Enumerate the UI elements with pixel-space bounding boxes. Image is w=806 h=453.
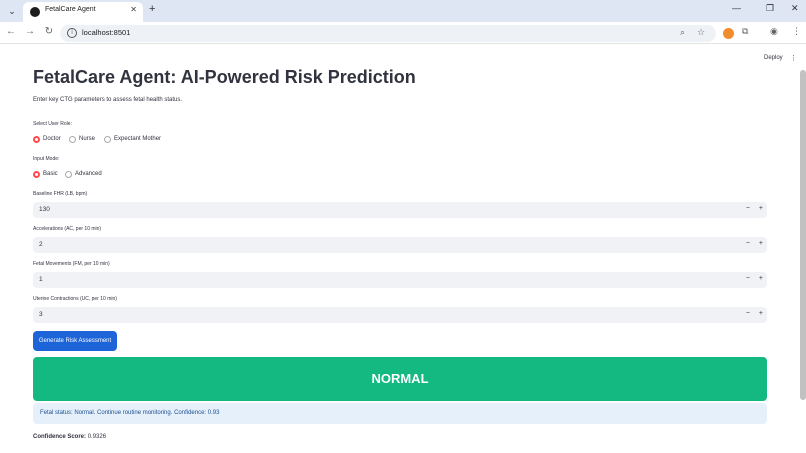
fetal-movements-value: 1 [39,276,43,283]
new-tab-icon[interactable]: + [149,3,155,15]
uterine-contractions-value: 3 [39,311,43,318]
user-role-label: Select User Role: [33,121,72,127]
minimize-icon[interactable]: — [732,3,741,13]
uterine-contractions-label: Uterine Contractions (UC, per 10 min) [33,296,117,302]
close-window-icon[interactable]: ✕ [791,3,799,14]
close-tab-icon[interactable]: ✕ [130,5,137,14]
browser-tab[interactable]: FetalCare Agent ✕ [23,2,143,22]
result-message: Fetal status: Normal. Continue routine m… [40,410,220,416]
confidence-label: Confidence Score: [33,434,87,440]
address-bar: ← → ↻ i localhost:8501 ⌕ ☆ [0,22,806,44]
baseline-fhr-value: 130 [39,206,50,213]
baseline-fhr-input[interactable]: 130 − + [33,202,767,218]
increment-icon[interactable]: + [759,240,763,247]
confidence-value: 0.9326 [87,434,107,440]
fetal-movements-label: Fetal Movements (FM, per 10 min) [33,261,110,267]
favicon-icon [30,7,40,17]
increment-icon[interactable]: + [759,310,763,317]
site-info-icon[interactable]: i [67,28,77,38]
decrement-icon[interactable]: − [746,275,750,282]
decrement-icon[interactable]: − [746,310,750,317]
generate-risk-assessment-button[interactable]: Generate Risk Assessment [33,331,117,351]
increment-icon[interactable]: + [759,275,763,282]
browser-tab-bar: ⌄ FetalCare Agent ✕ + — ❐ ✕ [0,0,806,22]
accelerations-input[interactable]: 2 − + [33,237,767,253]
url-input[interactable]: i localhost:8501 ⌕ ☆ [60,25,716,42]
extensions-puzzle-icon[interactable]: ⧉ [742,26,748,37]
fetal-movements-input[interactable]: 1 − + [33,272,767,288]
restore-icon[interactable]: ❐ [766,3,774,14]
accelerations-value: 2 [39,241,43,248]
radio-selected-icon [33,136,40,143]
back-icon[interactable]: ← [4,26,18,37]
extension-icon[interactable] [723,28,734,39]
page-title: FetalCare Agent: AI-Powered Risk Predict… [33,67,416,87]
radio-unselected-icon [69,136,76,143]
baseline-fhr-label: Baseline FHR (LB, bpm) [33,191,88,197]
bookmark-star-icon[interactable]: ☆ [697,27,705,38]
tab-title: FetalCare Agent [45,6,96,13]
deploy-button[interactable]: Deploy [764,55,783,61]
result-info-alert: Fetal status: Normal. Continue routine m… [33,403,767,424]
page-subtitle: Enter key CTG parameters to assess fetal… [33,97,183,103]
radio-unselected-icon [104,136,111,143]
result-status-text: NORMAL [371,371,429,386]
scrollbar[interactable] [800,70,806,400]
app-menu-icon[interactable]: ⋮ [790,54,797,62]
decrement-icon[interactable]: − [746,240,750,247]
reload-icon[interactable]: ↻ [42,26,56,37]
accelerations-label: Accelerations (AC, per 10 min) [33,226,102,232]
tab-search-icon[interactable]: ⌄ [5,4,19,18]
zoom-icon[interactable]: ⌕ [680,27,685,38]
uterine-contractions-input[interactable]: 3 − + [33,307,767,323]
confidence-score: Confidence Score: 0.9326 [33,434,106,440]
url-text: localhost:8501 [82,28,131,37]
profile-icon[interactable]: ◉ [770,26,778,37]
radio-unselected-icon [65,171,72,178]
browser-menu-icon[interactable]: ⋮ [792,26,801,37]
result-status-banner: NORMAL [33,357,767,401]
increment-icon[interactable]: + [759,205,763,212]
radio-selected-icon [33,171,40,178]
decrement-icon[interactable]: − [746,205,750,212]
forward-icon[interactable]: → [23,26,37,37]
input-mode-label: Input Mode: [33,156,60,162]
